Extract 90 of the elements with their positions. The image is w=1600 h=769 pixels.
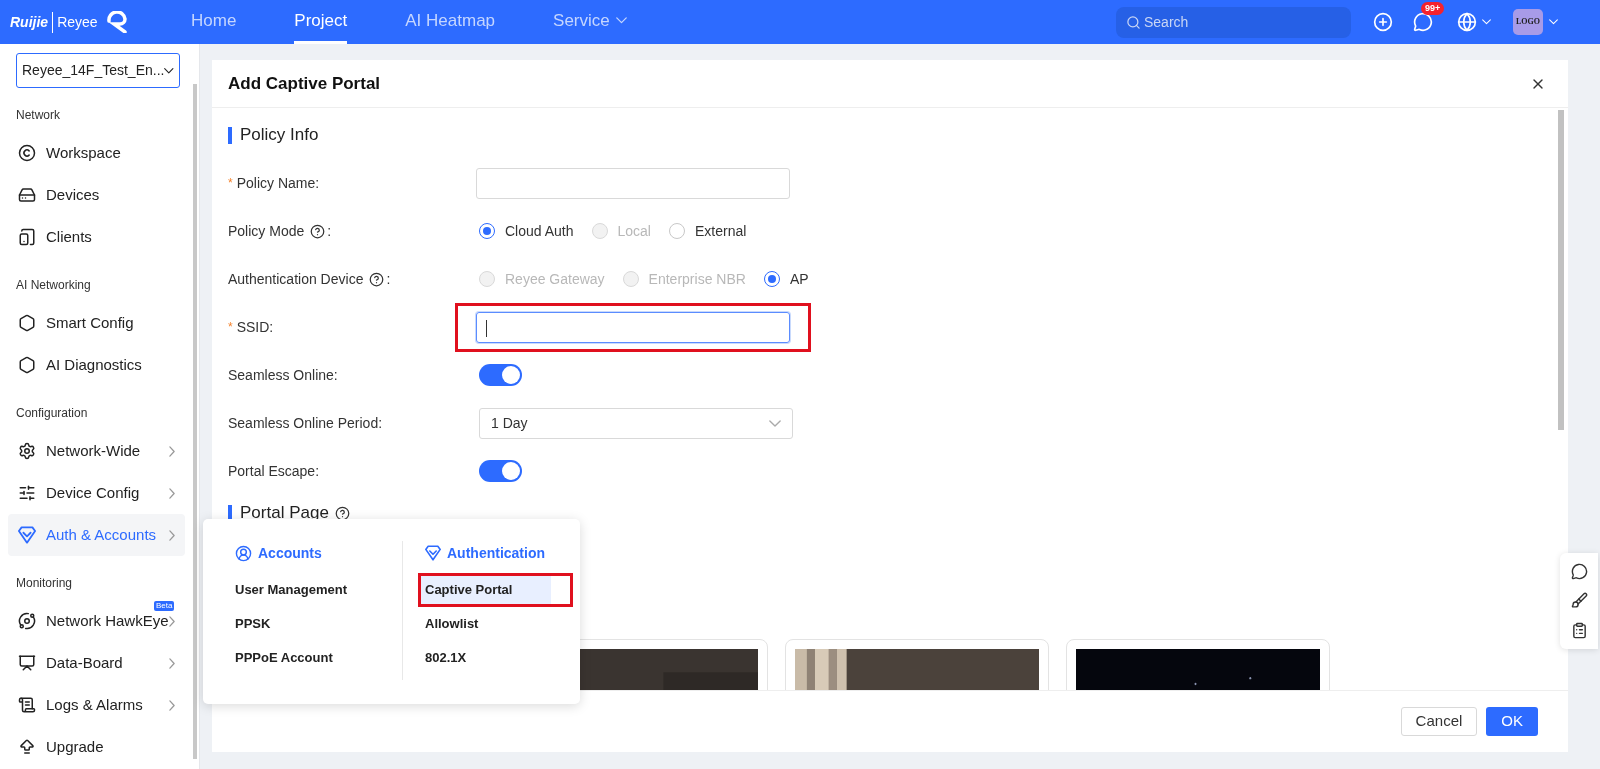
message-icon[interactable] [1413, 12, 1433, 32]
settings-icon [18, 442, 36, 460]
sidebar-item[interactable]: Workspace [8, 132, 185, 174]
shield-chevron-icon [425, 545, 441, 561]
help-icon[interactable] [310, 223, 326, 239]
label-colon: : [386, 269, 391, 289]
chevron-down-icon [615, 17, 627, 24]
menu-item[interactable]: 802.1X [421, 644, 551, 672]
device-icon [18, 186, 36, 204]
menu-item[interactable]: PPSK [231, 610, 361, 638]
clipboard-icon[interactable] [1570, 621, 1588, 639]
menu-heading: Authentication [447, 543, 545, 563]
field-label: Authentication Device [228, 269, 364, 289]
section-heading: Monitoring [16, 575, 73, 592]
beta-badge: Beta [154, 601, 175, 611]
chevron-down-icon [1482, 19, 1491, 25]
sidebar-item[interactable]: Beta Network HawkEye [8, 600, 185, 642]
period-select[interactable]: 1 Day [479, 407, 793, 439]
chevron-right-icon [169, 445, 175, 457]
add-icon[interactable] [1373, 12, 1393, 32]
sidebar-item[interactable]: AI Diagnostics [8, 344, 185, 386]
chevron-right-icon [169, 487, 175, 499]
section-heading: AI Networking [16, 277, 91, 294]
field-label: SSID: [236, 317, 274, 337]
field-label: Seamless Online Period: [228, 413, 383, 433]
devices-icon [18, 228, 36, 246]
sidebar-item[interactable]: Logs & Alarms [8, 684, 185, 726]
radio-option[interactable]: External [668, 220, 747, 242]
menu-item[interactable]: PPPoE Account [231, 644, 361, 672]
user-icon [235, 544, 252, 562]
nav-tab[interactable]: Project [294, 0, 348, 44]
avatar[interactable]: LOGO [1513, 9, 1543, 35]
chevron-right-icon [169, 657, 175, 669]
brush-icon[interactable] [1570, 592, 1588, 610]
notification-badge: 99+ [1421, 2, 1445, 15]
chat-icon[interactable] [1570, 563, 1588, 581]
search-field[interactable]: Search [1116, 6, 1351, 38]
project-select[interactable]: Reyee_14F_Test_En... [16, 53, 180, 88]
r-logo-icon [105, 11, 130, 33]
menu-item[interactable]: Captive Portal [421, 576, 551, 604]
chevron-right-icon [169, 615, 175, 627]
field-label: Seamless Online: [228, 365, 338, 385]
menu-item[interactable]: User Management [231, 576, 361, 604]
label-colon: : [327, 221, 332, 241]
toggle-switch[interactable] [479, 460, 522, 482]
sidebar-item[interactable]: Data-Board [8, 642, 185, 684]
orbit-icon [18, 612, 36, 630]
brand-name: Reyee [52, 11, 98, 33]
log-icon [18, 696, 36, 714]
chevron-right-icon [169, 699, 175, 711]
hexagon-icon [18, 314, 36, 332]
sidebar-item[interactable]: Smart Config [8, 302, 185, 344]
sliders-icon [18, 484, 36, 502]
scrollbar[interactable] [1558, 110, 1564, 430]
help-icon[interactable] [334, 505, 350, 521]
chevron-right-icon [169, 529, 175, 541]
menu-item[interactable]: Allowlist [421, 610, 551, 638]
sidebar-item[interactable]: Upgrade [8, 726, 185, 768]
sidebar-item[interactable]: Devices [8, 174, 185, 216]
field-label: Portal Escape: [228, 461, 320, 481]
menu-heading: Accounts [258, 543, 322, 563]
required-asterisk: * [228, 319, 233, 336]
modal-title: Add Captive Portal [228, 72, 381, 95]
chevron-down-icon [1549, 19, 1558, 25]
brand-logo: Ruijie [10, 12, 49, 32]
chevron-down-icon [769, 419, 781, 427]
board-icon [18, 654, 36, 672]
section-heading: Network [16, 107, 60, 124]
sidebar-item[interactable]: Network-Wide [8, 430, 185, 472]
section-heading: Configuration [16, 405, 88, 422]
language-icon[interactable] [1457, 12, 1477, 32]
chevron-down-icon [164, 66, 174, 75]
ok-button[interactable]: OK [1486, 707, 1538, 736]
hexagon-icon [18, 356, 36, 374]
sidebar-item[interactable]: Auth & Accounts [8, 514, 185, 556]
radio-option[interactable]: Cloud Auth [479, 220, 574, 242]
required-asterisk: * [228, 175, 233, 192]
sidebar-item[interactable]: Device Config [8, 472, 185, 514]
help-icon[interactable] [369, 271, 385, 287]
cancel-button[interactable]: Cancel [1400, 707, 1478, 736]
upload-arrow-icon [18, 738, 36, 756]
sidebar-item[interactable]: Clients [8, 216, 185, 258]
radio-option[interactable]: AP [763, 268, 809, 290]
shield-chevron-icon [18, 526, 36, 544]
field-label: Policy Name: [236, 173, 320, 193]
toggle-switch[interactable] [479, 364, 522, 386]
section-title: Policy Info [240, 124, 319, 147]
c-circle-icon [18, 144, 36, 162]
text-field[interactable] [476, 311, 790, 343]
field-label: Policy Mode [228, 221, 305, 241]
